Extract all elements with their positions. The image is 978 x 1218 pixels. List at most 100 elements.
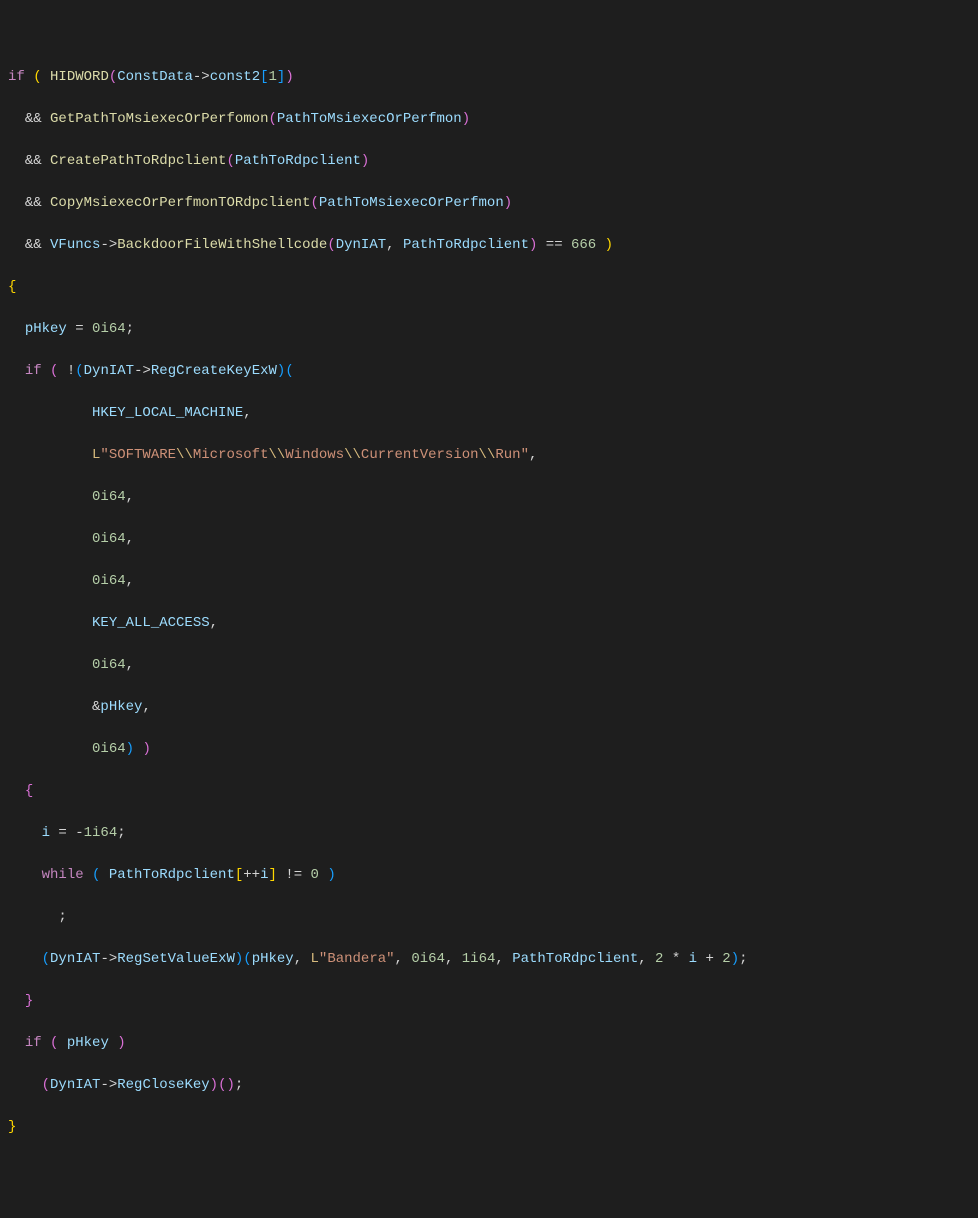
code-line[interactable]: (DynIAT->RegSetValueExW)(pHkey, L"Bander…	[8, 949, 970, 970]
code-token: (	[42, 951, 50, 967]
code-token: 0i64	[92, 321, 126, 337]
code-token: ++	[243, 867, 260, 883]
code-line[interactable]: if ( HIDWORD(ConstData->const2[1])	[8, 67, 970, 88]
code-line[interactable]: }	[8, 1117, 970, 1138]
code-line[interactable]: ;	[8, 907, 970, 928]
code-token: +	[697, 951, 722, 967]
code-token: ,	[142, 699, 150, 715]
code-token: &	[8, 699, 100, 715]
code-token: = -	[50, 825, 84, 841]
code-token: ,	[395, 951, 412, 967]
code-token: )	[226, 1077, 234, 1093]
code-token: PathToRdpclient	[403, 237, 529, 253]
code-token: i	[42, 825, 50, 841]
code-line[interactable]: 0i64,	[8, 487, 970, 508]
code-token	[8, 1035, 25, 1051]
code-token	[8, 447, 92, 463]
code-token: *	[663, 951, 688, 967]
code-token	[134, 741, 142, 757]
code-token: 0i64	[411, 951, 445, 967]
code-token: [	[260, 69, 268, 85]
code-token: (	[42, 1077, 50, 1093]
code-token	[8, 153, 25, 169]
code-token: Windows	[285, 447, 344, 463]
code-token: ,	[294, 951, 311, 967]
code-token	[84, 867, 92, 883]
code-token: PathToMsiexecOrPerfmon	[319, 195, 504, 211]
code-line[interactable]: if ( !(DynIAT->RegCreateKeyExW)(	[8, 361, 970, 382]
code-line[interactable]: && VFuncs->BackdoorFileWithShellcode(Dyn…	[8, 235, 970, 256]
code-token: CreatePathToRdpclient	[50, 153, 226, 169]
code-token	[8, 615, 92, 631]
code-token	[8, 867, 42, 883]
code-token: 2	[655, 951, 663, 967]
code-token: }	[8, 1119, 16, 1135]
code-token: 0i64	[92, 531, 126, 547]
code-token	[8, 237, 25, 253]
code-token: DynIAT	[336, 237, 386, 253]
code-token: 0i64	[92, 741, 126, 757]
code-token: &&	[25, 111, 50, 127]
code-token: ->	[134, 363, 151, 379]
code-token: L	[311, 951, 319, 967]
code-token: ,	[210, 615, 218, 631]
code-line[interactable]: if ( pHkey )	[8, 1033, 970, 1054]
code-line[interactable]: (DynIAT->RegCloseKey)();	[8, 1075, 970, 1096]
code-token: KEY_ALL_ACCESS	[92, 615, 210, 631]
code-token: DynIAT	[50, 1077, 100, 1093]
code-line[interactable]: && GetPathToMsiexecOrPerfomon(PathToMsie…	[8, 109, 970, 130]
code-token: ,	[126, 489, 134, 505]
code-token	[42, 363, 50, 379]
code-line[interactable]: &pHkey,	[8, 697, 970, 718]
code-token: ,	[126, 573, 134, 589]
code-token: [	[235, 867, 243, 883]
code-line[interactable]: 0i64,	[8, 655, 970, 676]
code-token: 1	[269, 69, 277, 85]
decompiler-code-view[interactable]: if ( HIDWORD(ConstData->const2[1]) && Ge…	[8, 67, 970, 1159]
code-line[interactable]: i = -1i64;	[8, 823, 970, 844]
code-token: )	[210, 1077, 218, 1093]
code-token: RegCloseKey	[117, 1077, 209, 1093]
code-token: GetPathToMsiexecOrPerfomon	[50, 111, 268, 127]
code-line[interactable]: 0i64,	[8, 571, 970, 592]
code-line[interactable]: }	[8, 991, 970, 1012]
code-line[interactable]: L"SOFTWARE\\Microsoft\\Windows\\CurrentV…	[8, 445, 970, 466]
code-token: \\	[344, 447, 361, 463]
code-token: )	[361, 153, 369, 169]
code-token: Microsoft	[193, 447, 269, 463]
code-line[interactable]: {	[8, 277, 970, 298]
code-token: \\	[268, 447, 285, 463]
code-token: const2	[210, 69, 260, 85]
code-token: "SOFTWARE	[100, 447, 176, 463]
code-token: "Bandera"	[319, 951, 395, 967]
code-token: while	[42, 867, 84, 883]
code-line[interactable]: HKEY_LOCAL_MACHINE,	[8, 403, 970, 424]
code-token: ,	[529, 447, 537, 463]
code-token: RegSetValueExW	[117, 951, 235, 967]
code-token: 0i64	[92, 573, 126, 589]
code-token: (	[50, 1035, 58, 1051]
code-token	[8, 783, 25, 799]
code-line[interactable]: 0i64,	[8, 529, 970, 550]
code-token: (	[310, 195, 318, 211]
code-token	[8, 405, 92, 421]
code-line[interactable]: && CopyMsiexecOrPerfmonTORdpclient(PathT…	[8, 193, 970, 214]
code-token: (	[33, 69, 41, 85]
code-token: VFuncs	[50, 237, 100, 253]
code-token	[8, 741, 92, 757]
code-token: PathToRdpclient	[512, 951, 638, 967]
code-token: )	[235, 951, 243, 967]
code-token: )	[731, 951, 739, 967]
code-token: ;	[126, 321, 134, 337]
code-line[interactable]: pHkey = 0i64;	[8, 319, 970, 340]
code-line[interactable]: KEY_ALL_ACCESS,	[8, 613, 970, 634]
code-line[interactable]: && CreatePathToRdpclient(PathToRdpclient…	[8, 151, 970, 172]
code-token: 2	[722, 951, 730, 967]
code-token	[596, 237, 604, 253]
code-line[interactable]: 0i64) )	[8, 739, 970, 760]
code-token: PathToRdpclient	[109, 867, 235, 883]
code-token: 0i64	[92, 489, 126, 505]
code-line[interactable]: {	[8, 781, 970, 802]
code-token: 0i64	[92, 657, 126, 673]
code-line[interactable]: while ( PathToRdpclient[++i] != 0 )	[8, 865, 970, 886]
